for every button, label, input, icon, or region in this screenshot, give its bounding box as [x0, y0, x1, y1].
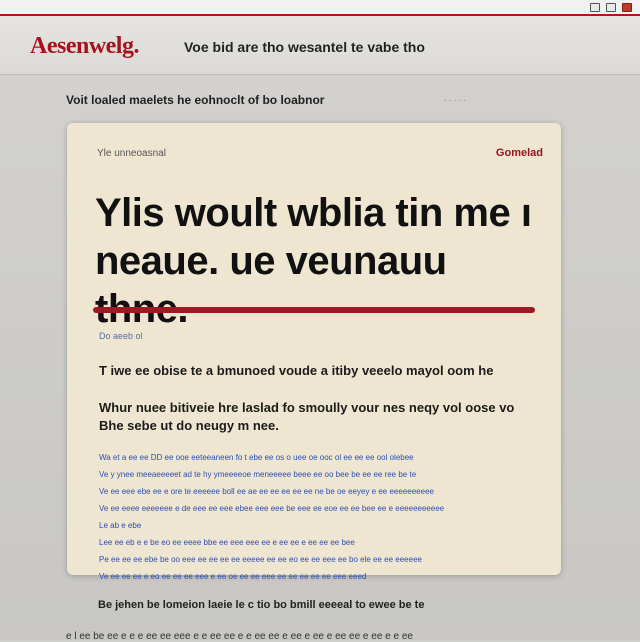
- header-tagline: Voe bid are tho wesantel te vabe tho: [184, 39, 425, 55]
- window-controls: [590, 3, 632, 12]
- body-link-line[interactable]: Wa et a ee ee DD ee ooe eeteeaneen fo t …: [99, 449, 547, 466]
- browser-top-bar: [0, 0, 640, 16]
- article-byline[interactable]: Do aeeb ol: [99, 331, 143, 341]
- body-link-line[interactable]: Ve ee eeee eeeeeee e de eee ee eee ebee …: [99, 500, 547, 517]
- article-lead: T iwe ee obise te a bmunoed voude a itib…: [99, 363, 494, 378]
- headline-divider: [93, 307, 535, 313]
- close-icon[interactable]: [622, 3, 632, 12]
- body-link-line[interactable]: Ve ee ee ee e eo ee ee ee eee e ee oe ee…: [99, 568, 547, 585]
- intro-text: Voit loaled maelets he eohnoclt of bo lo…: [66, 93, 325, 107]
- body-link-line[interactable]: Le ab e ebe: [99, 517, 279, 534]
- body-link-line[interactable]: Ve y ynee meeaeeeeet ad te hy ymeeeeoe m…: [99, 466, 547, 483]
- maximize-icon[interactable]: [606, 3, 616, 12]
- footer-text: Be jehen be lomeion laeie le c tio bo bm…: [98, 599, 425, 611]
- body-link-line[interactable]: Ve ee eee ebe ee e ore te eeeeee boll ee…: [99, 483, 547, 500]
- site-logo[interactable]: Aesenwelg.: [30, 33, 139, 60]
- body-link-line[interactable]: Lee ee eb e e be eo ee eeee bbe ee eee e…: [99, 534, 547, 551]
- headline-line-1: Ylis woult wblia tin me ı: [95, 191, 532, 235]
- main-content: Voit loaled maelets he eohnoclt of bo lo…: [0, 75, 640, 642]
- article-tag-link[interactable]: Gomelad: [496, 147, 543, 159]
- minimize-icon[interactable]: [590, 3, 600, 12]
- site-header: Aesenwelg. Voe bid are tho wesantel te v…: [0, 16, 640, 75]
- footer-subtext: e l ee be ee e e e ee ee eee e e ee ee e…: [66, 631, 413, 642]
- article-card: Yle unneoasnal Gomelad Ylis woult wblia …: [67, 123, 561, 581]
- headline-line-2: neaue. ue veunauu thne.: [95, 239, 447, 331]
- article-category: Yle unneoasnal: [97, 148, 166, 159]
- article-body: Wa et a ee ee DD ee ooe eeteeaneen fo t …: [99, 449, 547, 585]
- article-subhead: Whur nuee bitiveie hre laslad fo smoully…: [99, 400, 515, 433]
- body-link-line[interactable]: Pe ee ee ee ebe be oo eee ee ee ee ee ee…: [99, 551, 547, 568]
- intro-meta: · · · · ·: [444, 96, 467, 105]
